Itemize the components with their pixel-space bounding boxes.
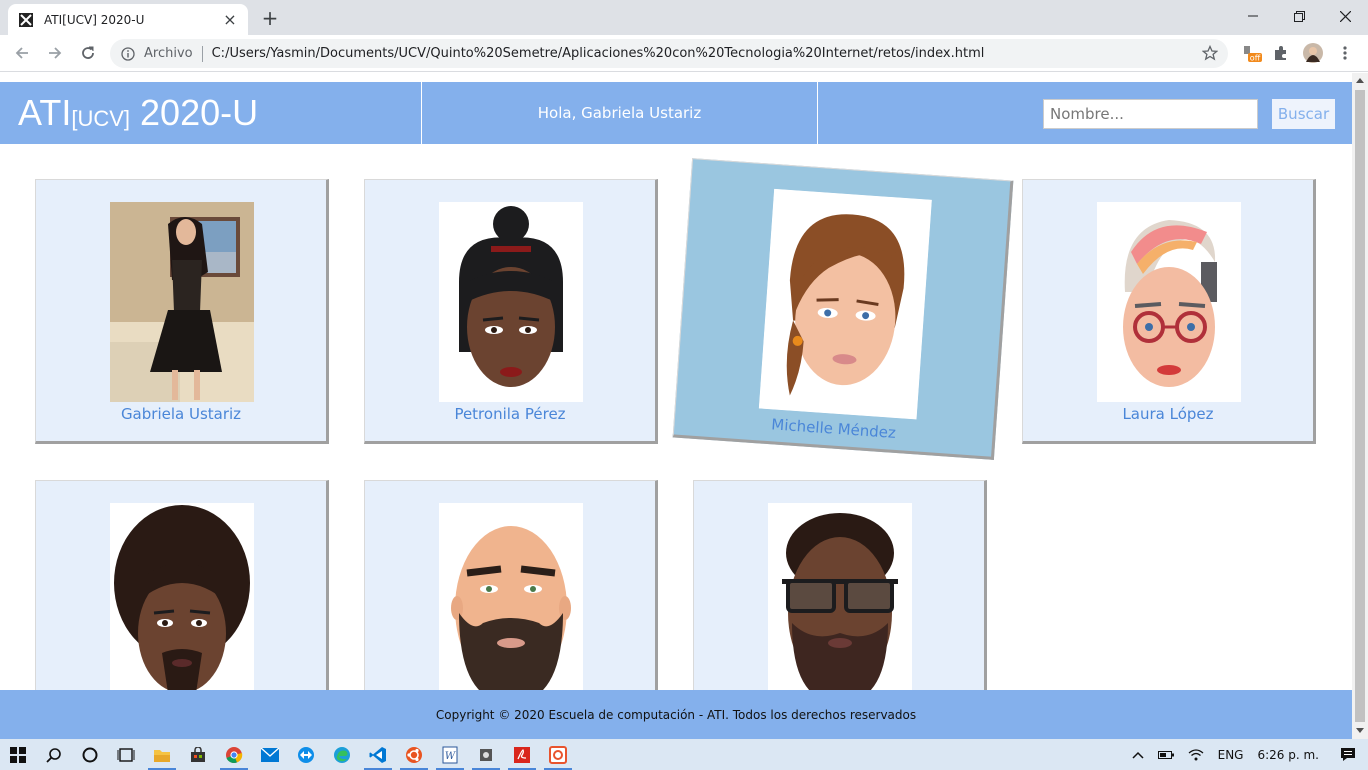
bookmark-star-icon[interactable] (1201, 44, 1219, 61)
student-card[interactable]: Laura López (1022, 179, 1316, 444)
chrome-icon[interactable] (216, 739, 252, 770)
app-orange-icon[interactable] (540, 739, 576, 770)
reload-icon[interactable] (76, 41, 100, 65)
student-name[interactable]: Petronila Pérez (365, 405, 655, 423)
info-icon[interactable] (120, 46, 136, 62)
minimize-icon[interactable] (1230, 0, 1276, 32)
site-footer: Copyright © 2020 Escuela de computación … (0, 690, 1352, 739)
search-area: Buscar (818, 82, 1352, 144)
window-controls (1230, 0, 1368, 32)
logo-year: 2020-U (130, 92, 259, 133)
tab-title: ATI[UCV] 2020-U (44, 12, 145, 27)
app-icon[interactable] (468, 739, 504, 770)
vscode-icon[interactable] (360, 739, 396, 770)
student-photo (110, 202, 254, 402)
extensions-puzzle-icon[interactable] (1270, 42, 1292, 64)
windows-start-icon[interactable] (0, 739, 36, 770)
close-window-icon[interactable] (1322, 0, 1368, 32)
page-scrollbar[interactable] (1352, 73, 1368, 739)
logo-main: ATI (18, 92, 72, 133)
copyright-text: Copyright © 2020 Escuela de computación … (435, 707, 917, 722)
task-view-icon[interactable] (108, 739, 144, 770)
browser-menu-icon[interactable] (1334, 42, 1356, 64)
file-explorer-icon[interactable] (144, 739, 180, 770)
logo-sub: [UCV] (71, 106, 131, 131)
language-indicator[interactable]: ENG (1211, 748, 1251, 762)
scrollbar-thumb[interactable] (1355, 90, 1365, 722)
store-icon[interactable] (180, 739, 216, 770)
new-tab-icon[interactable]: + (258, 6, 282, 30)
wifi-icon[interactable] (1181, 748, 1211, 761)
greeting-text: Hola, Gabriela Ustariz (537, 104, 702, 122)
edge-icon[interactable] (324, 739, 360, 770)
site-logo[interactable]: ATI [UCV] 2020-U (0, 82, 422, 144)
windows-taskbar: W ENG 6:26 p. m. (0, 739, 1368, 770)
profile-avatar[interactable] (1302, 42, 1324, 64)
acrobat-icon[interactable] (504, 739, 540, 770)
student-card-hovered[interactable]: Michelle Méndez (672, 158, 1014, 460)
address-scheme-label: Archivo (144, 46, 193, 61)
notifications-icon[interactable] (1326, 747, 1368, 762)
student-card[interactable]: Petronila Pérez (364, 179, 658, 444)
svg-text:W: W (445, 751, 456, 762)
browser-toolbar: Archivo C:/Users/Yasmin/Documents/UCV/Qu… (0, 35, 1368, 72)
extension-off-icon[interactable]: off (1240, 42, 1262, 64)
site-favicon-icon (18, 12, 34, 28)
teamviewer-icon[interactable] (288, 739, 324, 770)
search-icon[interactable] (36, 739, 72, 770)
system-tray: ENG 6:26 p. m. (1125, 739, 1368, 770)
student-card[interactable]: Gabriela Ustariz (35, 179, 329, 444)
tab-close-icon[interactable]: × (222, 11, 238, 28)
back-arrow-icon[interactable] (10, 41, 34, 65)
site-header: ATI[UCV] 2020-U Hola, Gabriela Ustariz B… (0, 82, 1352, 144)
extension-badge: off (1250, 54, 1261, 63)
user-greeting: Hola, Gabriela Ustariz (422, 82, 818, 144)
battery-icon[interactable] (1151, 750, 1181, 760)
address-url[interactable]: C:/Users/Yasmin/Documents/UCV/Quinto%20S… (212, 46, 985, 61)
clock[interactable]: 6:26 p. m. (1250, 748, 1326, 762)
student-photo (439, 503, 583, 703)
student-name[interactable]: Michelle Méndez (674, 409, 992, 449)
browser-tabbar: ATI[UCV] 2020-U × + (0, 0, 1368, 35)
restore-icon[interactable] (1276, 0, 1322, 32)
address-divider (201, 45, 203, 62)
word-icon[interactable]: W (432, 739, 468, 770)
student-photo (1097, 202, 1241, 402)
student-photo (439, 202, 583, 402)
scroll-down-icon[interactable] (1356, 728, 1364, 733)
cortana-icon[interactable] (72, 739, 108, 770)
search-button[interactable]: Buscar (1272, 99, 1335, 129)
forward-arrow-icon[interactable] (43, 41, 67, 65)
scroll-up-icon[interactable] (1356, 78, 1364, 83)
student-name[interactable]: Laura López (1023, 405, 1313, 423)
ubuntu-icon[interactable] (396, 739, 432, 770)
search-input[interactable] (1043, 99, 1258, 129)
page-viewport: ATI[UCV] 2020-U Hola, Gabriela Ustariz B… (0, 73, 1352, 739)
student-photo (110, 503, 254, 703)
browser-tab[interactable]: ATI[UCV] 2020-U × (8, 4, 248, 35)
chevron-up-icon[interactable] (1125, 751, 1151, 759)
student-name[interactable]: Gabriela Ustariz (36, 405, 326, 423)
mail-icon[interactable] (252, 739, 288, 770)
student-photo (758, 188, 932, 420)
address-bar[interactable]: Archivo C:/Users/Yasmin/Documents/UCV/Qu… (110, 39, 1228, 68)
student-photo (768, 503, 912, 703)
